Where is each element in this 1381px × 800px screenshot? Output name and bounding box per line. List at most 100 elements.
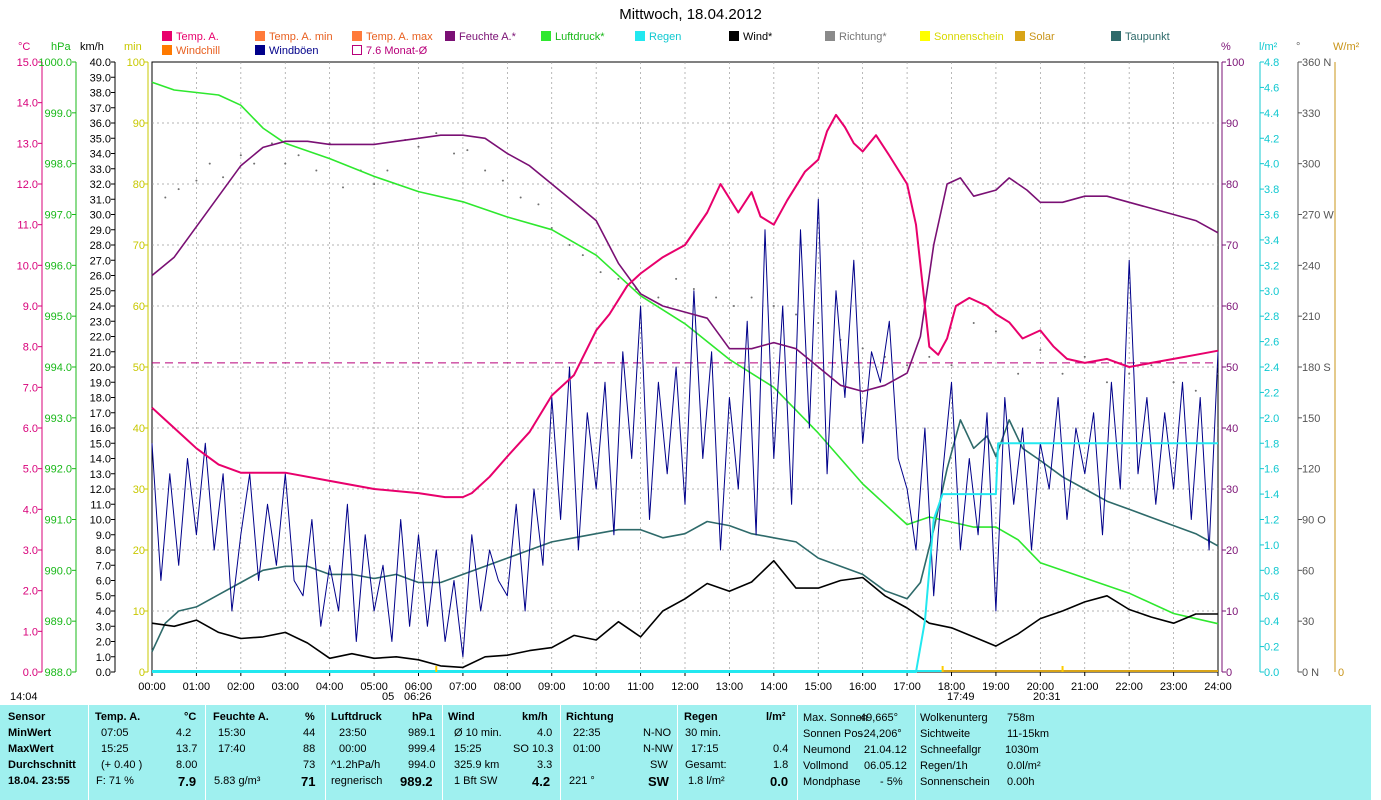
astro-v-2: 21.04.12 xyxy=(864,744,907,756)
axis-label-pressure_hpa: 988.0 xyxy=(44,667,72,679)
axis-label-rain_lm2: 1.2 xyxy=(1264,515,1279,527)
axis-label-pressure_hpa: 998.0 xyxy=(44,159,72,171)
axis-label-pressure_hpa: 990.0 xyxy=(44,565,72,577)
axis-label-rain_lm2: 0.4 xyxy=(1264,616,1279,628)
wind-avg-value: 3.3 xyxy=(537,759,553,771)
axis-label-wind_kmh: 10.0 xyxy=(90,515,111,527)
x-tick-label: 17:00 xyxy=(893,681,921,693)
axis-label-pressure_hpa: 997.0 xyxy=(44,210,72,222)
axis-label-pressure_hpa: 995.0 xyxy=(44,311,72,323)
direction-point xyxy=(484,169,487,172)
axis-label-wind_kmh: 21.0 xyxy=(90,347,111,359)
x-tick-label: 07:00 xyxy=(449,681,477,693)
dir-max-value: N-NW xyxy=(643,743,673,755)
axis-label-wind_kmh: 30.0 xyxy=(90,210,111,222)
direction-point xyxy=(1128,372,1131,375)
axis-label-wind_kmh: 19.0 xyxy=(90,377,111,389)
axis-label-wind_kmh: 24.0 xyxy=(90,301,111,313)
axis-label-wind_kmh: 9.0 xyxy=(96,530,111,542)
axis-label-temp_c: 6.0 xyxy=(23,423,38,435)
direction-point xyxy=(994,330,997,333)
direction-point xyxy=(417,145,420,148)
max-temp-value: 13.7 xyxy=(176,743,198,755)
statistics-table: Sensor Temp. A. °C Feuchte A. % Luftdruc… xyxy=(0,705,1371,800)
axis-label-humidity_pct: 80 xyxy=(1226,179,1238,191)
direction-point xyxy=(795,313,798,316)
axis-label-rain_lm2: 2.2 xyxy=(1264,387,1279,399)
direction-point xyxy=(568,244,571,246)
axis-label-rain_lm2: 4.8 xyxy=(1264,57,1279,69)
axis-label-rain_lm2: 3.8 xyxy=(1264,184,1279,196)
hdr-temp: Temp. A. xyxy=(95,711,141,723)
hdr-pressure: Luftdruck xyxy=(331,711,382,723)
direction-point xyxy=(315,169,318,172)
axis-label-sun_min: 100 xyxy=(127,57,145,69)
axis-label-pressure_hpa: 992.0 xyxy=(44,464,72,476)
dir-max-time: 01:00 xyxy=(573,743,601,755)
direction-point xyxy=(284,162,287,165)
axis-label-wind_kmh: 22.0 xyxy=(90,332,111,344)
weather-v-2: 1030m xyxy=(1005,744,1039,756)
axis-label-humidity_pct: 50 xyxy=(1226,362,1238,374)
direction-point xyxy=(732,305,735,307)
avg-press-trend: ^1.2hPa/h xyxy=(331,759,381,771)
wind-run: 325.9 km xyxy=(454,759,500,771)
dir-min-time: 22:35 xyxy=(573,727,601,739)
direction-point xyxy=(1194,389,1197,392)
dir-cur-value: SW xyxy=(648,774,669,789)
direction-point xyxy=(657,296,660,299)
axis-label-wind_kmh: 13.0 xyxy=(90,469,111,481)
weather-v-4: 0.00h xyxy=(1007,776,1035,788)
x-tick-label: 22:00 xyxy=(1115,681,1143,693)
axis-label-temp_c: 14.0 xyxy=(17,98,38,110)
axis-label-sun_min: 50 xyxy=(133,362,145,374)
sunset-time: 20:31 xyxy=(1033,691,1061,703)
axis-label-direction_deg: 150 xyxy=(1302,413,1320,425)
axis-label-temp_c: 12.0 xyxy=(17,179,38,191)
axis-label-rain_lm2: 4.0 xyxy=(1264,159,1279,171)
axis-label-rain_lm2: 2.8 xyxy=(1264,311,1279,323)
cur-temp-value: 7.9 xyxy=(178,774,197,789)
axis-label-temp_c: 15.0 xyxy=(17,57,38,69)
axis-label-wind_kmh: 17.0 xyxy=(90,408,111,420)
avg-hum-value: 73 xyxy=(303,759,316,771)
axis-label-rain_lm2: 2.6 xyxy=(1264,337,1279,349)
rain-total-value: 1.8 xyxy=(773,759,789,771)
x-tick-label: 08:00 xyxy=(494,681,522,693)
axis-label-rain_lm2: 1.4 xyxy=(1264,489,1279,501)
hdr-wind-unit: km/h xyxy=(522,711,548,723)
hdr-humidity: Feuchte A. xyxy=(213,711,269,723)
direction-point xyxy=(750,296,753,299)
axis-label-temp_c: 0.0 xyxy=(23,667,38,679)
axis-label-wind_kmh: 20.0 xyxy=(90,362,111,374)
direction-point xyxy=(386,169,389,172)
axis-label-temp_c: 9.0 xyxy=(23,301,38,313)
x-tick-label: 09:00 xyxy=(538,681,566,693)
sun-event-b: 17:49 xyxy=(947,691,975,703)
astro-k-0: Max. Sonnen xyxy=(803,712,868,724)
axis-label-wind_kmh: 39.0 xyxy=(90,72,111,84)
weather-k-4: Sonnenschein xyxy=(920,776,990,788)
rain-max-time: 17:15 xyxy=(691,743,719,755)
axis-label-wind_kmh: 18.0 xyxy=(90,393,111,405)
axis-label-sun_min: 80 xyxy=(133,179,145,191)
direction-point xyxy=(239,154,242,157)
axis-label-pressure_hpa: 989.0 xyxy=(44,616,72,628)
cur-press-forecast: regnerisch xyxy=(331,775,383,787)
hdr-humidity-unit: % xyxy=(305,711,315,723)
astro-k-1: Sonnen Pos xyxy=(803,728,863,740)
axis-label-sun_min: 90 xyxy=(133,118,145,130)
axis-label-rain_lm2: 1.8 xyxy=(1264,438,1279,450)
direction-point xyxy=(373,183,376,185)
astro-k-2: Neumond xyxy=(803,744,851,756)
row-cur-label: 18.04. 23:55 xyxy=(8,775,70,787)
axis-label-rain_lm2: 0.6 xyxy=(1264,591,1279,603)
x-tick-label: 24:00 xyxy=(1204,681,1232,693)
axis-label-wind_kmh: 36.0 xyxy=(90,118,111,130)
axis-label-rain_lm2: 3.6 xyxy=(1264,210,1279,222)
min-temp-time: 07:05 xyxy=(101,727,129,739)
direction-point xyxy=(692,288,695,291)
direction-point xyxy=(208,162,211,165)
rain-max-value: 0.4 xyxy=(773,743,789,755)
dir-cur-degrees: 221 ° xyxy=(569,775,595,787)
